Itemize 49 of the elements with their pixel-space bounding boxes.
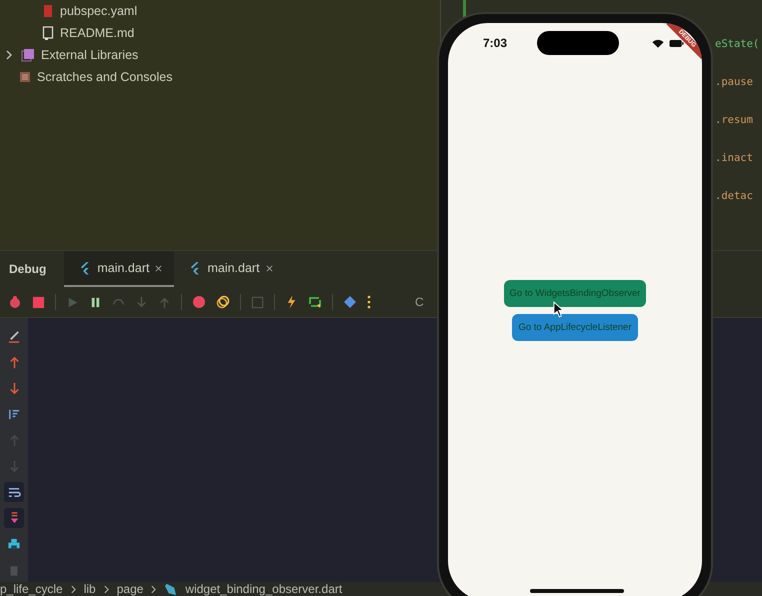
printer-icon[interactable]: [7, 538, 21, 550]
chevron-icon: [104, 584, 109, 594]
flutter-icon: [190, 262, 202, 274]
scratch-icon: [19, 71, 31, 83]
code-line: .inact: [715, 152, 753, 164]
tree-item[interactable]: Scratches and Consoles: [37, 70, 172, 84]
list-icon[interactable]: [8, 408, 20, 420]
arrow-down-icon[interactable]: [8, 382, 20, 394]
wrap-icon[interactable]: [8, 486, 20, 498]
tree-item[interactable]: README.md: [60, 26, 134, 40]
toolbar-label: C: [415, 295, 424, 309]
flutter-icon: [80, 262, 92, 274]
wifi-icon: [652, 38, 664, 48]
chevron-icon: [70, 584, 76, 594]
stop-icon[interactable]: [32, 296, 45, 308]
close-icon[interactable]: [266, 264, 273, 272]
cursor-icon: [553, 301, 564, 318]
arrow-up-icon[interactable]: [8, 356, 20, 368]
panel-title: Debug: [8, 261, 48, 278]
breadcrumb-item[interactable]: p_life_cycle: [0, 582, 63, 596]
document-icon: [42, 26, 54, 40]
close-icon[interactable]: [155, 264, 162, 272]
debug-tab[interactable]: main.dart: [174, 251, 285, 287]
breadcrumb-item[interactable]: widget_binding_observer.dart: [185, 582, 342, 596]
code-line: .detac: [715, 190, 753, 202]
debug-tab[interactable]: main.dart: [64, 251, 174, 287]
toggle-button[interactable]: [4, 508, 24, 528]
tree-item[interactable]: External Libraries: [41, 48, 138, 62]
chevron-icon: [151, 584, 156, 594]
eraser-icon[interactable]: [8, 330, 20, 342]
lightning-icon[interactable]: [285, 295, 298, 309]
restart-icon[interactable]: [308, 295, 322, 309]
breakpoint-icon[interactable]: [192, 295, 206, 309]
bug-icon[interactable]: [8, 295, 22, 309]
code-line: eState(: [715, 38, 760, 50]
breadcrumb-item[interactable]: lib: [84, 582, 96, 596]
chevron-icon[interactable]: [5, 50, 13, 60]
diamond-icon[interactable]: [343, 295, 357, 309]
status-time: 7:03: [483, 36, 508, 50]
tree-item[interactable]: pubspec.yaml: [60, 4, 138, 18]
toggle-button[interactable]: [4, 482, 24, 502]
breadcrumb-item[interactable]: page: [116, 582, 144, 596]
code-line: .pause: [715, 76, 753, 88]
more-icon[interactable]: [367, 295, 371, 309]
library-icon: [21, 48, 35, 62]
file-icon: [42, 5, 54, 17]
code-line: .resum: [715, 114, 753, 126]
pause-icon[interactable]: [89, 296, 102, 308]
rings-icon[interactable]: [216, 295, 230, 309]
